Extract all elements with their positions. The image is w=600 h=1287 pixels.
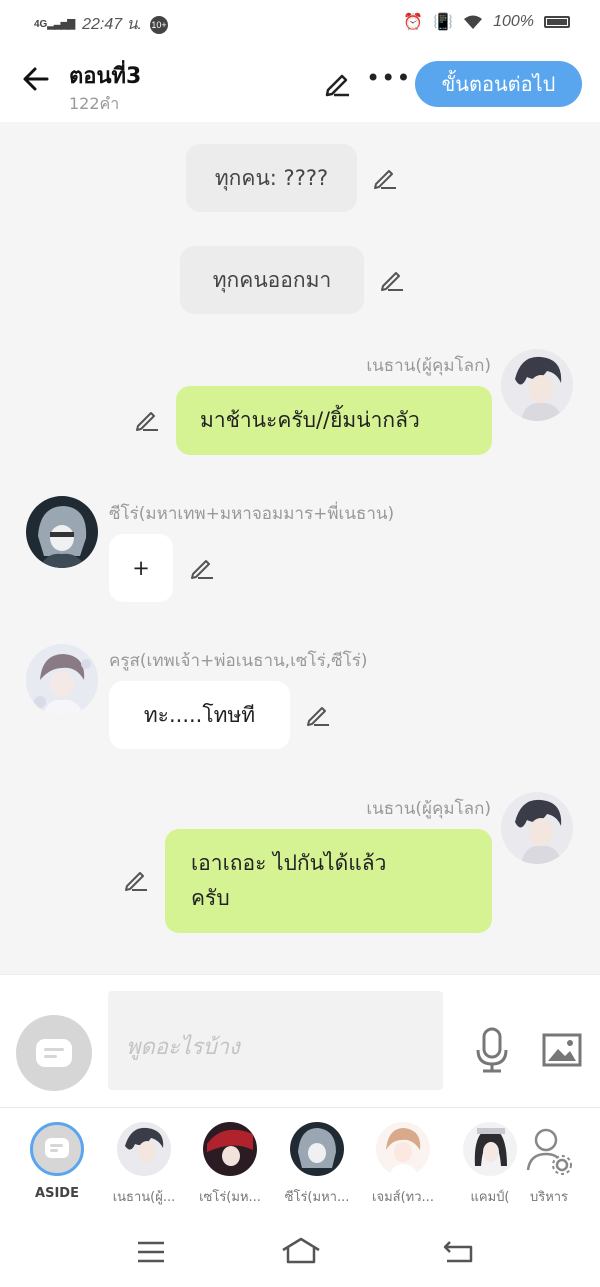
microphone-icon[interactable] [474,1026,510,1074]
avatar [203,1122,257,1176]
character-name: ครูส(เทพเจ้า+พ่อเนธาน,เซโร่,ซีโร่) [109,651,368,671]
message-text: ทะ.....โทษที [143,702,256,727]
character-label: เซโร่(มห... [199,1190,261,1205]
character-item[interactable]: เจมส์(ทว... [363,1122,443,1207]
message-text: มาช้านะครับ//ยิ้มน่ากลัว [200,408,420,432]
system-nav-bar [0,1212,600,1287]
character-label: ซีโร่(มหา... [284,1190,350,1205]
edit-icon[interactable] [378,266,406,294]
character-item[interactable]: เซโร่(มห... [190,1122,270,1207]
edit-icon[interactable] [133,406,161,434]
vibrate-icon: 📳 [433,14,454,31]
message-text-line: ครับ [191,886,230,910]
home-icon[interactable] [281,1236,321,1264]
avatar[interactable] [26,496,98,568]
edit-title-icon[interactable] [322,68,352,98]
narration-text: ทุกคนออกมา [212,267,332,292]
character-name: ซีโร่(มหาเทพ+มหาจอมมาร+พี่เนธาน) [109,504,395,524]
character-strip: ASIDE เนธาน(ผู้... เซโร่(มห... ซีโร่(มหา… [0,1107,600,1213]
character-aside[interactable]: ASIDE [17,1122,97,1201]
manage-characters[interactable]: บริหาร [509,1122,589,1207]
character-label: เนธาน(ผู้... [112,1190,176,1205]
edit-icon[interactable] [371,164,399,192]
narration-text: ทุกคน: ???? [214,165,329,190]
aside-icon [30,1122,84,1176]
character-item[interactable]: เนธาน(ผู้... [104,1122,184,1207]
word-count: 122คำ [69,94,120,113]
message-bubble[interactable]: + [109,534,173,602]
message-text: + [132,556,150,580]
avatar [290,1122,344,1176]
message-bubble[interactable]: ทะ.....โทษที [109,681,290,749]
status-right: ⏰ 📳 100% [403,12,570,32]
status-left: 4G▂▃▅▇ 22:47 น. 10+ [34,12,168,37]
menu-icon[interactable] [136,1240,166,1264]
battery-level: 100% [493,13,534,30]
aside-icon [36,1039,72,1067]
edit-icon[interactable] [188,554,216,582]
more-icon[interactable]: ••• [366,64,411,92]
avatar[interactable] [501,349,573,421]
image-icon[interactable] [542,1033,582,1067]
narration-bubble[interactable]: ทุกคน: ???? [186,144,357,212]
edit-icon[interactable] [304,701,332,729]
editor-header: ตอนที่3 122คำ ••• ขั้นตอนต่อไป [0,46,600,122]
edit-icon[interactable] [122,866,150,894]
avatar[interactable] [26,644,98,716]
avatar[interactable] [501,792,573,864]
battery-icon [544,16,570,28]
message-bubble[interactable]: มาช้านะครับ//ยิ้มน่ากลัว [176,386,492,455]
wifi-icon [464,15,483,29]
next-step-button[interactable]: ขั้นตอนต่อไป [415,61,582,107]
status-bar: 4G▂▃▅▇ 22:47 น. 10+ ⏰ 📳 100% [0,0,600,46]
message-text-line: เอาเถอะ ไปกันได้แล้ว [191,851,387,875]
episode-title: ตอนที่3 [69,64,142,89]
clock: 22:47 น. [82,16,142,33]
message-input[interactable]: พูดอะไรบ้าง [108,991,443,1090]
narration-bubble[interactable]: ทุกคนออกมา [180,246,364,314]
alarm-icon: ⏰ [403,14,424,31]
avatar [117,1122,171,1176]
arrow-left-icon[interactable] [18,64,54,100]
avatar [376,1122,430,1176]
signal-icon: 4G▂▃▅▇ [34,19,75,30]
character-name: เนธาน(ผู้คุมโลก) [366,799,491,819]
back-icon[interactable] [442,1238,474,1264]
character-item[interactable]: ซีโร่(มหา... [277,1122,357,1207]
aside-toggle-button[interactable] [16,1015,92,1091]
notification-badge: 10+ [149,15,168,34]
person-settings-icon [526,1128,572,1175]
character-label: เจมส์(ทว... [372,1190,434,1205]
character-label: บริหาร [529,1190,569,1205]
character-label: ASIDE [35,1186,79,1201]
message-bubble[interactable]: เอาเถอะ ไปกันได้แล้ว ครับ [165,829,492,933]
character-name: เนธาน(ผู้คุมโลก) [366,356,491,376]
